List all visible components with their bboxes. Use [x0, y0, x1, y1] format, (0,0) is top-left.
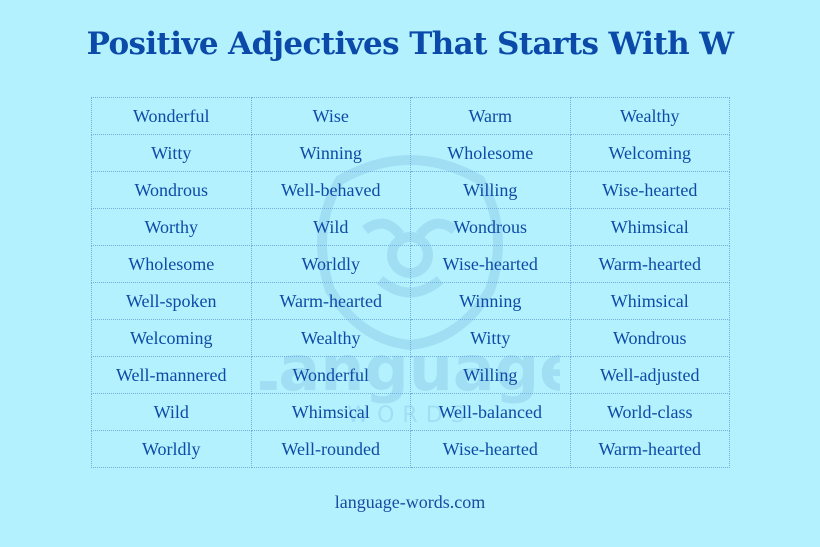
table-cell: Warm-hearted: [250, 282, 411, 320]
table-cell: Wonderful: [250, 356, 411, 394]
table-cell: Witty: [91, 134, 252, 172]
table-cell: Wild: [250, 208, 411, 246]
table-cell: Welcoming: [569, 134, 730, 172]
table-cell: Well-spoken: [91, 282, 252, 320]
page-title: Positive Adjectives That Starts With W: [86, 26, 734, 62]
table-cell: Wholesome: [91, 245, 252, 283]
table-cell: Willing: [410, 171, 571, 209]
table-cell: Well-behaved: [250, 171, 411, 209]
table-cell: Whimsical: [569, 208, 730, 246]
adjectives-table-body: Wonderful Wise Warm Wealthy Witty Winning Whol…: [91, 97, 730, 468]
table-cell: Wise-hearted: [410, 430, 571, 468]
table-cell: Warm-hearted: [569, 245, 730, 283]
table-row: Witty Winning Wholesome Welcoming: [91, 134, 730, 172]
table-cell: Witty: [410, 319, 571, 357]
table-cell: Warm: [410, 97, 571, 135]
table-cell: Whimsical: [569, 282, 730, 320]
table-cell: Wondrous: [410, 208, 571, 246]
table-cell: Well-balanced: [410, 393, 571, 431]
table-row: Worthy Wild Wondrous Whimsical: [91, 208, 730, 246]
table-cell: Worldly: [250, 245, 411, 283]
table-cell: Whimsical: [250, 393, 411, 431]
table-row: Wonderful Wise Warm Wealthy: [91, 97, 730, 135]
table-cell: Well-mannered: [91, 356, 252, 394]
table-cell: Wholesome: [410, 134, 571, 172]
table-cell: Winning: [410, 282, 571, 320]
table-cell: Wondrous: [569, 319, 730, 357]
table-cell: Willing: [410, 356, 571, 394]
table-row: Wholesome Worldly Wise-hearted Warm-hearted: [91, 245, 730, 283]
table-row: Wild Whimsical Well-balanced World-class: [91, 393, 730, 431]
footer-site-url: language-words.com: [334, 492, 486, 512]
table-row: Wondrous Well-behaved Willing Wise-hearted: [91, 171, 730, 209]
table-cell: Wise-hearted: [410, 245, 571, 283]
table-row: Worldly Well-rounded Wise-hearted Warm-hear…: [91, 430, 730, 468]
table-cell: Wondrous: [91, 171, 252, 209]
table-cell: Well-rounded: [250, 430, 411, 468]
table-cell: World-class: [569, 393, 730, 431]
table-cell: Wild: [91, 393, 252, 431]
table-cell: Wealthy: [250, 319, 411, 357]
table-cell: Welcoming: [91, 319, 252, 357]
table-cell: Worthy: [91, 208, 252, 246]
table-cell: Worldly: [91, 430, 252, 468]
table-cell: Warm-hearted: [569, 430, 730, 468]
table-cell: Well-adjusted: [569, 356, 730, 394]
table-cell: Wealthy: [569, 97, 730, 135]
table-row: Well-mannered Wonderful Willing Well-adjust…: [91, 356, 730, 394]
table-cell: Wise-hearted: [569, 171, 730, 209]
table-cell: Wonderful: [91, 97, 252, 135]
adjectives-table: Wonderful Wise Warm Wealthy Witty Winning Whol…: [91, 97, 730, 468]
table-cell: Winning: [250, 134, 411, 172]
table-row: Well-spoken Warm-hearted Winning Whimsical: [91, 282, 730, 320]
table-cell: Wise: [250, 97, 411, 135]
table-row: Welcoming Wealthy Witty Wondrous: [91, 319, 730, 357]
